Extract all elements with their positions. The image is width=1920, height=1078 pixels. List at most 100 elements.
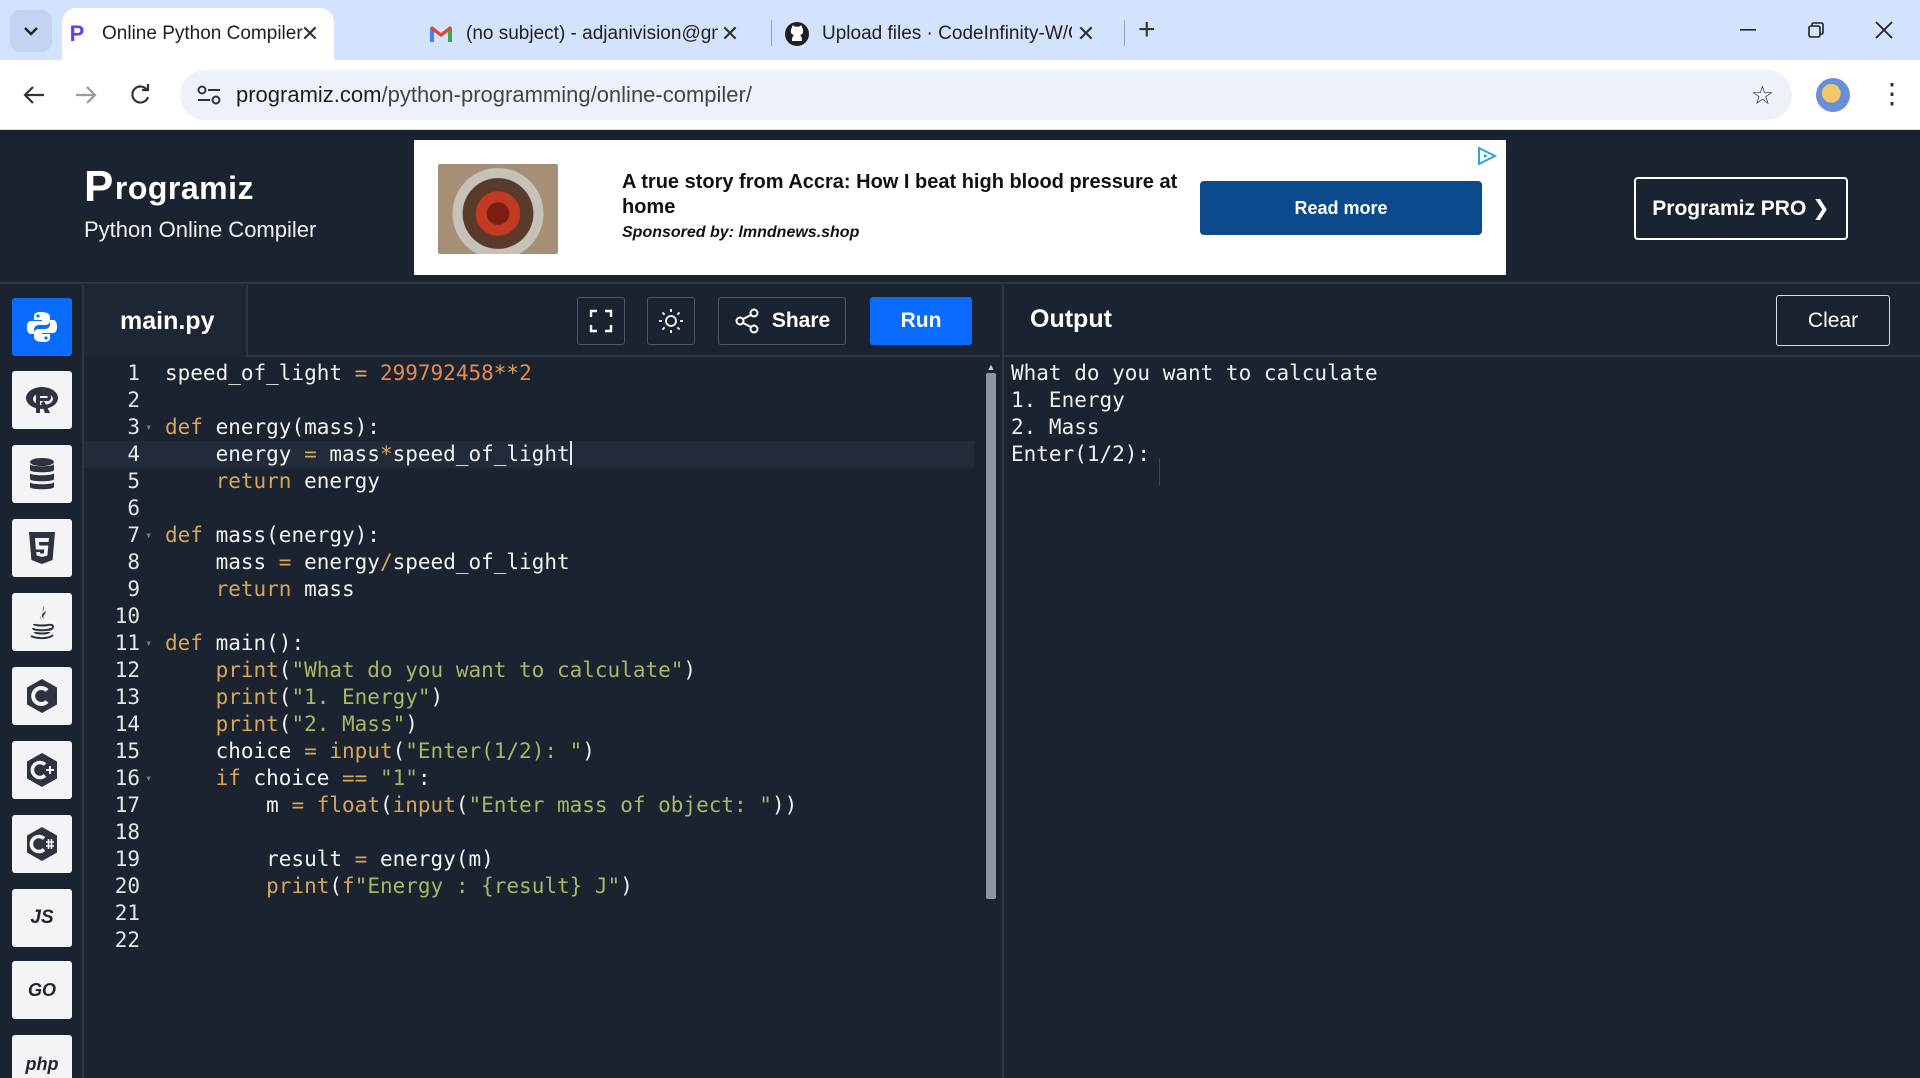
code-line[interactable]: 13 print("1. Energy") bbox=[84, 684, 974, 711]
text-caret bbox=[569, 441, 572, 465]
ad-text[interactable]: A true story from Accra: How I beat high… bbox=[622, 170, 1182, 242]
sidebar-item-cpp[interactable] bbox=[12, 741, 72, 799]
ad-image[interactable] bbox=[438, 164, 558, 254]
line-number: 6 bbox=[127, 496, 140, 520]
code-line[interactable]: 12 print("What do you want to calculate"… bbox=[84, 657, 974, 684]
share-button[interactable]: Share bbox=[718, 297, 846, 345]
minimize-icon[interactable] bbox=[1728, 14, 1768, 46]
gmail-icon bbox=[428, 21, 454, 47]
scroll-up-arrow-icon[interactable]: ▲ bbox=[985, 362, 997, 372]
programiz-logo[interactable]: Programiz Python Online Compiler bbox=[84, 165, 317, 243]
sidebar-item-php[interactable]: php bbox=[12, 1035, 72, 1078]
line-number: 13 bbox=[114, 685, 140, 709]
code-line[interactable]: 17 m = float(input("Enter mass of object… bbox=[84, 792, 974, 819]
fold-toggle-icon[interactable]: ▾ bbox=[145, 630, 152, 657]
share-icon bbox=[735, 308, 759, 334]
new-tab-button[interactable]: + bbox=[1138, 15, 1156, 45]
line-number: 4 bbox=[127, 442, 140, 466]
code-line[interactable]: 7 ▾ def mass(energy): bbox=[84, 522, 974, 549]
code-line[interactable]: 14 print("2. Mass") bbox=[84, 711, 974, 738]
ad-headline[interactable]: A true story from Accra: How I beat high… bbox=[622, 170, 1182, 220]
line-number: 21 bbox=[114, 901, 140, 925]
code-line[interactable]: 1 speed_of_light = 299792458**2 bbox=[84, 360, 974, 387]
code-line[interactable]: 15 choice = input("Enter(1/2): ") bbox=[84, 738, 974, 765]
url-text: programiz.com/python-programming/online-… bbox=[236, 82, 752, 108]
code-editor[interactable]: 1 speed_of_light = 299792458**2 2 3 ▾ def ene… bbox=[84, 357, 1000, 1078]
code-line[interactable]: 4 energy = mass*speed_of_light bbox=[84, 441, 974, 468]
close-window-icon[interactable] bbox=[1864, 14, 1904, 46]
file-tab-main[interactable]: main.py bbox=[84, 285, 248, 357]
code-line[interactable]: 9 return mass bbox=[84, 576, 974, 603]
code-line[interactable]: 20 print(f"Energy : {result} J") bbox=[84, 873, 974, 900]
code-text: speed_of_light = 299792458**2 bbox=[165, 361, 532, 385]
sidebar-item-r[interactable] bbox=[12, 371, 72, 429]
code-line[interactable]: 2 bbox=[84, 387, 974, 414]
site-settings-icon[interactable] bbox=[196, 83, 222, 107]
html5-icon bbox=[29, 532, 55, 564]
ad-read-more-button[interactable]: Read more bbox=[1200, 181, 1482, 235]
restore-icon[interactable] bbox=[1796, 14, 1836, 46]
profile-avatar[interactable] bbox=[1816, 78, 1850, 112]
sun-icon bbox=[659, 309, 683, 333]
sidebar-item-python[interactable] bbox=[12, 298, 72, 356]
address-bar[interactable]: programiz.com/python-programming/online-… bbox=[180, 70, 1792, 120]
close-tab-icon[interactable]: ✕ bbox=[298, 21, 322, 46]
tab-title: (no subject) - adjanivision@gmail.com bbox=[466, 23, 718, 44]
line-number: 9 bbox=[127, 577, 140, 601]
sidebar-item-csharp[interactable] bbox=[12, 815, 72, 873]
code-line[interactable]: 10 bbox=[84, 603, 974, 630]
code-line[interactable]: 18 bbox=[84, 819, 974, 846]
programiz-icon: P bbox=[69, 21, 85, 46]
fold-toggle-icon[interactable]: ▾ bbox=[145, 522, 152, 549]
tab-gmail[interactable]: (no subject) - adjanivision@gmail.com ✕ bbox=[414, 8, 754, 60]
editor-scrollbar-thumb[interactable] bbox=[986, 373, 996, 899]
browser-tab-strip: P Online Python Compiler (Interpreter) ✕… bbox=[0, 0, 1920, 60]
run-button[interactable]: Run bbox=[870, 297, 972, 345]
clear-button[interactable]: Clear bbox=[1776, 295, 1890, 346]
code-line[interactable]: 19 result = energy(m) bbox=[84, 846, 974, 873]
line-number: 22 bbox=[114, 928, 140, 952]
sidebar-item-java[interactable] bbox=[12, 593, 72, 651]
tab-search-button[interactable] bbox=[10, 10, 52, 52]
bookmark-star-icon[interactable]: ☆ bbox=[1751, 80, 1774, 111]
code-text: mass = energy/speed_of_light bbox=[165, 550, 570, 574]
line-number: 10 bbox=[114, 604, 140, 628]
tab-title: Upload files · CodeInfinity-W/GitHub bbox=[822, 23, 1072, 44]
fold-toggle-icon[interactable]: ▾ bbox=[145, 414, 152, 441]
r-icon bbox=[26, 387, 58, 413]
back-button[interactable] bbox=[16, 77, 52, 113]
adchoices-icon[interactable] bbox=[1476, 146, 1498, 166]
browser-menu-icon[interactable]: ⋮ bbox=[1878, 76, 1906, 112]
forward-button[interactable] bbox=[68, 77, 104, 113]
output-console[interactable]: What do you want to calculate 1. Energy 2.… bbox=[1002, 357, 1920, 1078]
sidebar-item-html[interactable] bbox=[12, 519, 72, 577]
sidebar-item-sql[interactable] bbox=[12, 445, 72, 503]
fullscreen-button[interactable] bbox=[577, 297, 625, 345]
code-text: m = float(input("Enter mass of object: "… bbox=[165, 793, 798, 817]
code-line[interactable]: 3 ▾ def energy(mass): bbox=[84, 414, 974, 441]
advertisement-banner[interactable]: A true story from Accra: How I beat high… bbox=[414, 140, 1506, 275]
sidebar-item-javascript[interactable]: JS bbox=[12, 889, 72, 947]
code-line[interactable]: 6 bbox=[84, 495, 974, 522]
theme-toggle-button[interactable] bbox=[647, 297, 695, 345]
code-line[interactable]: 21 bbox=[84, 900, 974, 927]
reload-button[interactable] bbox=[122, 77, 158, 113]
sidebar-item-c[interactable] bbox=[12, 667, 72, 725]
fold-toggle-icon[interactable]: ▾ bbox=[145, 765, 152, 792]
page-subtitle: Python Online Compiler bbox=[84, 217, 317, 242]
url-host: programiz.com bbox=[236, 82, 382, 107]
code-line[interactable]: 5 return energy bbox=[84, 468, 974, 495]
line-number: 15 bbox=[114, 739, 140, 763]
line-number: 2 bbox=[127, 388, 140, 412]
line-number: 14 bbox=[114, 712, 140, 736]
code-line[interactable]: 11 ▾ def main(): bbox=[84, 630, 974, 657]
code-line[interactable]: 22 bbox=[84, 927, 974, 954]
sidebar-item-go[interactable]: GO bbox=[12, 961, 72, 1019]
tab-programiz[interactable]: P Online Python Compiler (Interpreter) ✕ bbox=[62, 8, 334, 60]
close-tab-icon[interactable]: ✕ bbox=[718, 21, 742, 46]
code-line[interactable]: 16 ▾ if choice == "1": bbox=[84, 765, 974, 792]
code-line[interactable]: 8 mass = energy/speed_of_light bbox=[84, 549, 974, 576]
programiz-pro-button[interactable]: Programiz PRO ❯ bbox=[1634, 177, 1848, 240]
tab-github[interactable]: Upload files · CodeInfinity-W/GitHub ✕ bbox=[770, 8, 1110, 60]
close-tab-icon[interactable]: ✕ bbox=[1074, 21, 1098, 46]
